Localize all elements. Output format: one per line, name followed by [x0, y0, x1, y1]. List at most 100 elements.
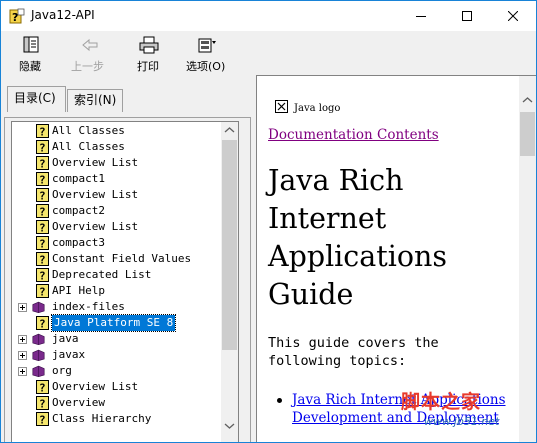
java-logo-image: Java logo: [275, 100, 340, 114]
tree-item[interactable]: ? Constant Field Values: [12, 251, 222, 267]
bullet-icon: [277, 398, 282, 403]
expand-plus-icon[interactable]: [18, 335, 27, 344]
svg-text:?: ?: [39, 190, 46, 203]
tree-item[interactable]: ? compact1: [12, 171, 222, 187]
tree-item-label: Deprecated List: [52, 268, 152, 281]
broken-image-icon: [275, 100, 288, 113]
tree-item[interactable]: java: [12, 331, 222, 347]
tree-item[interactable]: ? Overview: [12, 395, 222, 411]
tree-item[interactable]: ? Java Platform SE 8: [12, 314, 222, 332]
watermark-text: 脚本之家: [401, 391, 482, 413]
help-page-icon: ?: [36, 380, 49, 394]
help-page-icon: ?: [36, 140, 49, 154]
expand-plus-icon[interactable]: [18, 303, 27, 312]
intro-text: This guide covers the following topics:: [268, 335, 439, 369]
maximize-icon: [462, 11, 472, 21]
toolbar: 隐藏 上一步 打印 选项(O): [1, 31, 536, 75]
help-page-icon: ?: [36, 316, 49, 330]
svg-text:?: ?: [39, 414, 46, 427]
help-page-icon: ?: [36, 220, 49, 234]
minimize-button[interactable]: [398, 1, 444, 31]
tree-item[interactable]: ? Overview List: [12, 155, 222, 171]
tree-item[interactable]: ? All Classes: [12, 123, 222, 139]
svg-text:?: ?: [39, 382, 46, 395]
help-page-icon: ?: [36, 204, 49, 218]
tree-item[interactable]: ? compact3: [12, 235, 222, 251]
tree-scroll-thumb[interactable]: [222, 140, 237, 350]
watermark-url: www.jb51.net: [424, 415, 500, 428]
svg-text:?: ?: [39, 174, 46, 187]
content-scroll-up-arrow-icon[interactable]: [519, 92, 536, 109]
tree-item[interactable]: ? All Classes: [12, 139, 222, 155]
svg-text:?: ?: [39, 222, 46, 235]
tree-item[interactable]: index-files: [12, 299, 222, 315]
book-icon: [32, 349, 45, 362]
content-scrollbar[interactable]: [519, 76, 536, 442]
help-page-icon: ?: [36, 156, 49, 170]
tree-item[interactable]: ? API Help: [12, 283, 222, 299]
printer-icon: [139, 36, 159, 54]
options-icon: [198, 38, 216, 53]
tree-item-label: Class Hierarchy: [52, 412, 152, 425]
documentation-contents-link[interactable]: Documentation Contents: [268, 127, 439, 143]
svg-text:?: ?: [39, 142, 46, 155]
help-page-icon: ?: [36, 284, 49, 298]
back-button[interactable]: 上一步: [66, 34, 114, 74]
tab-contents[interactable]: 目录(C): [7, 86, 66, 112]
tree-item-label: Overview List: [52, 188, 139, 201]
tree-item[interactable]: ? Overview List: [12, 187, 222, 203]
print-button[interactable]: 打印: [129, 34, 169, 74]
svg-text:?: ?: [39, 254, 46, 267]
tree-scrollbar[interactable]: [221, 122, 238, 442]
tree-item-label: Constant Field Values: [52, 252, 192, 265]
tree-item-label: compact3: [52, 236, 105, 249]
content-scroll-thumb[interactable]: [520, 112, 535, 156]
close-icon: [508, 11, 518, 21]
tree-item-label: Overview List: [52, 220, 139, 233]
svg-text:?: ?: [39, 398, 46, 411]
help-page-icon: ?: [36, 124, 49, 138]
tree-item-label: All Classes: [52, 140, 125, 153]
help-page-icon: ?: [36, 236, 49, 250]
book-icon: [32, 301, 45, 314]
tab-index[interactable]: 索引(N): [67, 89, 123, 112]
svg-text:?: ?: [39, 270, 46, 283]
java-logo-alt-text: Java logo: [294, 103, 341, 114]
tree-item-label: index-files: [52, 300, 125, 313]
contents-tree[interactable]: ? All Classes? All Classes? Overview List? c…: [11, 121, 239, 442]
tree-item[interactable]: org: [12, 363, 222, 379]
close-button[interactable]: [490, 1, 536, 31]
options-label: 选项(O): [186, 60, 226, 73]
tree-item-label: Java Platform SE 8: [50, 314, 177, 332]
scroll-down-arrow-icon[interactable]: [221, 417, 238, 434]
svg-text:?: ?: [39, 126, 46, 139]
window-title: Java12-API: [31, 8, 95, 22]
tree-item-label: API Help: [52, 284, 105, 297]
svg-text:?: ?: [12, 11, 18, 24]
expand-plus-icon[interactable]: [18, 367, 27, 376]
tree-item-label: compact1: [52, 172, 105, 185]
help-page-icon: ?: [36, 188, 49, 202]
svg-text:?: ?: [39, 238, 46, 251]
maximize-button[interactable]: [444, 1, 490, 31]
hide-button[interactable]: 隐藏: [11, 34, 51, 74]
help-page-icon: ?: [36, 268, 49, 282]
tree-item-label: org: [52, 364, 72, 377]
tree-item[interactable]: ? compact2: [12, 203, 222, 219]
tab-index-label: 索引(N): [74, 93, 117, 107]
tree-item[interactable]: ? Class Hierarchy: [12, 411, 222, 427]
tree-item-label: javax: [52, 348, 86, 361]
tree-item[interactable]: ? Overview List: [12, 379, 222, 395]
options-button[interactable]: 选项(O): [182, 34, 232, 74]
tree-item[interactable]: ? Overview List: [12, 219, 222, 235]
scroll-up-arrow-icon[interactable]: [221, 122, 238, 139]
svg-text:?: ?: [39, 318, 46, 331]
tree-item[interactable]: ? Deprecated List: [12, 267, 222, 283]
page-title: Java Rich Internet Applications Guide: [268, 164, 447, 311]
expand-plus-icon[interactable]: [18, 351, 27, 360]
tree-item-label: Overview List: [52, 380, 139, 393]
svg-text:?: ?: [39, 286, 46, 299]
minimize-icon: [416, 16, 426, 17]
tree-item[interactable]: javax: [12, 347, 222, 363]
svg-text:?: ?: [39, 206, 46, 219]
